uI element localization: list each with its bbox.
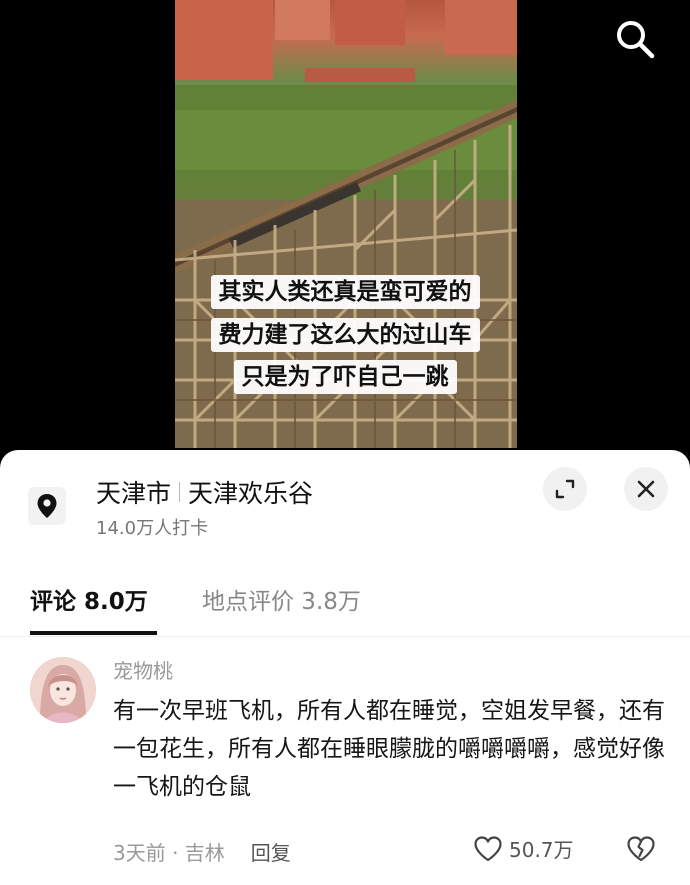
like-count: 50.7万 bbox=[509, 838, 574, 862]
comments-sheet: 天津市 天津欢乐谷 14.0万人打卡 评论 8.0万 地点评价 3.8万 宠物桃… bbox=[0, 450, 690, 885]
comment-username[interactable]: 宠物桃 bbox=[113, 655, 173, 684]
broken-heart-icon bbox=[627, 836, 655, 862]
avatar-image bbox=[30, 657, 96, 723]
video-caption-line-1: 其实人类还真是蛮可爱的 bbox=[0, 275, 690, 309]
location-separator bbox=[179, 482, 181, 502]
checkin-count: 14.0万人打卡 bbox=[96, 518, 209, 539]
expand-icon bbox=[555, 479, 575, 499]
location-pin-icon bbox=[37, 494, 57, 518]
search-button[interactable] bbox=[614, 18, 656, 60]
video-caption-line-2: 费力建了这么大的过山车 bbox=[0, 318, 690, 352]
caption-text: 费力建了这么大的过山车 bbox=[210, 318, 480, 352]
location-badge[interactable] bbox=[28, 487, 66, 525]
comment-tabs: 评论 8.0万 地点评价 3.8万 bbox=[0, 578, 690, 637]
avatar[interactable] bbox=[30, 657, 96, 723]
dislike-button[interactable] bbox=[626, 835, 656, 867]
caption-text: 其实人类还真是蛮可爱的 bbox=[210, 275, 480, 309]
search-icon bbox=[617, 21, 655, 59]
video-caption-line-3: 只是为了吓自己一跳 bbox=[0, 360, 690, 394]
comment-meta: 3天前 · 吉林 回复 bbox=[113, 837, 291, 866]
location-city: 天津市 bbox=[96, 479, 172, 508]
location-title[interactable]: 天津市 天津欢乐谷 bbox=[96, 474, 313, 510]
active-tab-indicator bbox=[30, 631, 157, 635]
video-player[interactable]: 其实人类还真是蛮可爱的 费力建了这么大的过山车 只是为了吓自己一跳 bbox=[0, 0, 690, 455]
like-button[interactable]: 50.7万 bbox=[473, 834, 574, 863]
close-button[interactable] bbox=[624, 467, 668, 511]
tab-comments[interactable]: 评论 8.0万 bbox=[30, 582, 148, 616]
comment-text: 有一次早班飞机，所有人都在睡觉，空姐发早餐，还有一包花生，所有人都在睡眼朦胧的嚼… bbox=[113, 698, 665, 800]
close-icon bbox=[637, 480, 655, 498]
caption-text: 只是为了吓自己一跳 bbox=[233, 360, 457, 394]
location-place: 天津欢乐谷 bbox=[188, 479, 314, 508]
expand-button[interactable] bbox=[543, 467, 587, 511]
reply-button[interactable]: 回复 bbox=[251, 837, 291, 866]
comment-time-location: 3天前 · 吉林 bbox=[113, 841, 225, 865]
heart-icon bbox=[474, 835, 502, 861]
tab-location-reviews[interactable]: 地点评价 3.8万 bbox=[202, 582, 361, 616]
